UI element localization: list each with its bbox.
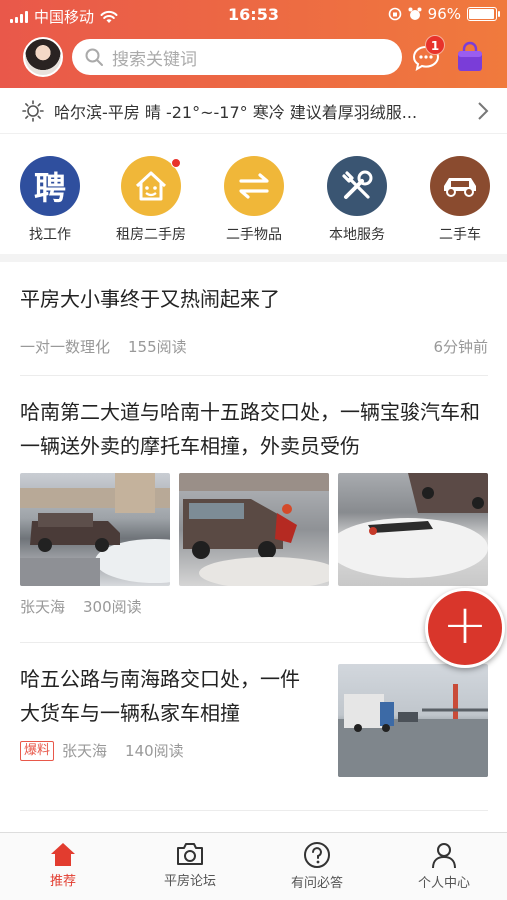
category-grid: 聘 找工作 租房二手房 二手物品 本地服务 二手车 [0, 150, 507, 250]
exchange-icon [224, 156, 284, 216]
category-label: 找工作 [29, 227, 71, 243]
article-meta: 一对一数理化 155阅读 6分钟前 [20, 336, 488, 357]
nav-label: 推荐 [49, 874, 76, 889]
divider [20, 810, 488, 811]
shopping-bag-icon[interactable] [455, 41, 485, 73]
article-photo[interactable] [20, 473, 170, 586]
sun-icon [22, 99, 44, 122]
nav-tab-forum[interactable]: 平房论坛 [140, 841, 240, 889]
divider [20, 642, 488, 643]
plus-icon: + [442, 593, 488, 656]
house-icon [121, 156, 181, 216]
weather-text: 哈尔滨-平房 晴 -21°~-17° 寒冷 建议着厚羽绒服... [54, 102, 418, 122]
article-photo[interactable] [179, 473, 329, 586]
orientation-lock-icon [388, 7, 401, 21]
article-photo[interactable] [338, 473, 488, 586]
battery-percent: 96% [427, 5, 461, 23]
weather-bar[interactable]: 哈尔滨-平房 晴 -21°~-17° 寒冷 建议着厚羽绒服... [0, 88, 507, 134]
bottom-nav: 推荐 平房论坛 有问必答 个人中心 [0, 832, 507, 900]
tools-icon [327, 156, 387, 216]
alarm-icon [408, 7, 422, 20]
nav-tab-qa[interactable]: 有问必答 [267, 841, 367, 891]
category-label: 租房二手房 [116, 227, 186, 243]
article-title: 哈南第二大道与哈南十五路交口处，一辆宝骏汽车和一辆送外卖的摩托车相撞，外卖员受伤 [20, 400, 480, 458]
nav-tab-profile[interactable]: 个人中心 [394, 841, 494, 891]
search-input[interactable]: 搜索关键词 [72, 39, 402, 75]
divider [20, 375, 488, 376]
category-find-job[interactable]: 聘 找工作 [5, 156, 95, 244]
article-time: 6分钟前 [433, 338, 488, 356]
recruit-icon: 聘 [20, 156, 80, 216]
person-icon [432, 843, 456, 869]
search-placeholder: 搜索关键词 [112, 49, 197, 70]
battery-icon [467, 7, 500, 21]
add-post-button[interactable]: + [425, 588, 505, 668]
category-label: 二手车 [439, 227, 481, 243]
recruit-glyph: 聘 [33, 169, 66, 207]
search-icon [85, 48, 103, 66]
tag-badge: 爆料 [20, 740, 55, 761]
category-second-hand[interactable]: 二手物品 [209, 156, 299, 244]
category-label: 本地服务 [329, 227, 385, 243]
car-icon [430, 156, 490, 216]
avatar[interactable] [23, 37, 63, 77]
article-photos [20, 473, 488, 586]
article-reads: 300阅读 [83, 598, 142, 616]
article-reads: 140阅读 [125, 742, 184, 760]
article-card[interactable]: 平房大小事终于又热闹起来了 一对一数理化 155阅读 6分钟前 [20, 282, 488, 357]
article-meta: 张天海 300阅读 [20, 596, 488, 617]
category-label: 二手物品 [226, 227, 282, 243]
chevron-right-icon [478, 102, 489, 120]
category-used-car[interactable]: 二手车 [415, 156, 505, 244]
article-card[interactable]: 哈五公路与南海路交口处，一件大货车与一辆私家车相撞 爆料 张天海 140阅读 [20, 662, 488, 777]
article-photo[interactable] [338, 664, 488, 777]
category-local-service[interactable]: 本地服务 [312, 156, 402, 244]
app-screen: 中国移动 16:53 96% 搜索关键词 1 哈尔滨-平房 晴 -21°~-17… [0, 0, 507, 900]
notification-dot [171, 158, 181, 168]
home-icon [51, 843, 75, 866]
nav-label: 有问必答 [290, 876, 343, 891]
article-reads: 155阅读 [128, 338, 187, 356]
section-divider [0, 254, 507, 262]
article-author: 张天海 [20, 598, 66, 616]
nav-tab-recommend[interactable]: 推荐 [13, 841, 113, 889]
nav-label: 个人中心 [417, 876, 470, 891]
question-icon [304, 842, 330, 868]
header: 中国移动 16:53 96% 搜索关键词 1 [0, 0, 507, 88]
status-bar: 中国移动 16:53 96% [0, 0, 507, 30]
article-author: 一对一数理化 [20, 338, 111, 356]
article-author: 张天海 [62, 742, 108, 760]
article-title: 平房大小事终于又热闹起来了 [20, 287, 280, 311]
camera-icon [177, 843, 203, 865]
article-title: 哈五公路与南海路交口处，一件大货车与一辆私家车相撞 [20, 667, 300, 725]
nav-label: 平房论坛 [163, 874, 216, 889]
message-badge: 1 [425, 35, 445, 55]
category-rent-house[interactable]: 租房二手房 [106, 156, 196, 244]
article-card[interactable]: 哈南第二大道与哈南十五路交口处，一辆宝骏汽车和一辆送外卖的摩托车相撞，外卖员受伤… [20, 395, 488, 617]
